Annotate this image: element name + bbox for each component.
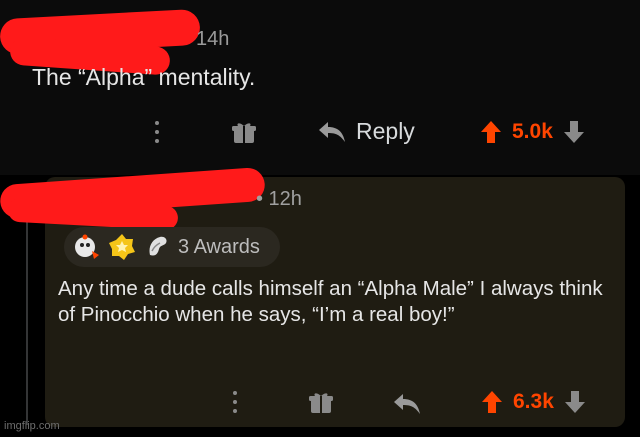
give-award-icon[interactable] [232, 122, 256, 144]
reply-label: Reply [356, 118, 415, 144]
downvote-arrow-icon[interactable] [564, 390, 586, 414]
awards-count: 3 Awards [178, 236, 260, 258]
wholesome-hand-icon [149, 236, 167, 256]
reply-button[interactable]: Reply [318, 118, 415, 145]
downvote-arrow-icon[interactable] [563, 120, 585, 144]
watermark: imgflip.com [4, 420, 60, 432]
give-award-icon[interactable] [309, 392, 333, 414]
comment-1-timestamp: 14h [196, 28, 230, 50]
comment-2-timestamp: • 12h [256, 188, 302, 210]
thread-line[interactable] [26, 200, 28, 425]
reply-arrow-icon [319, 121, 345, 142]
more-options-icon[interactable] [233, 391, 239, 413]
more-options-icon[interactable] [155, 121, 161, 143]
comment-2-text: Any time a dude calls himself an “Alpha … [58, 277, 603, 326]
gold-star-icon [109, 234, 135, 260]
score: 5.0k [512, 120, 553, 143]
upvote-arrow-icon[interactable] [480, 120, 502, 144]
upvote-arrow-icon[interactable] [481, 390, 503, 414]
awards-bar[interactable]: 3 Awards [64, 227, 280, 267]
comment-1-actions: Reply 5.0k [150, 116, 620, 152]
comment-1-text: The “Alpha” mentality. [32, 64, 256, 90]
vote-controls: 5.0k [480, 120, 585, 144]
score: 6.3k [513, 390, 554, 413]
vote-controls: 6.3k [481, 390, 586, 414]
reply-arrow-icon[interactable] [393, 392, 421, 416]
comment-2-actions: 6.3k [225, 386, 620, 422]
rocket-like-icon [75, 234, 99, 259]
